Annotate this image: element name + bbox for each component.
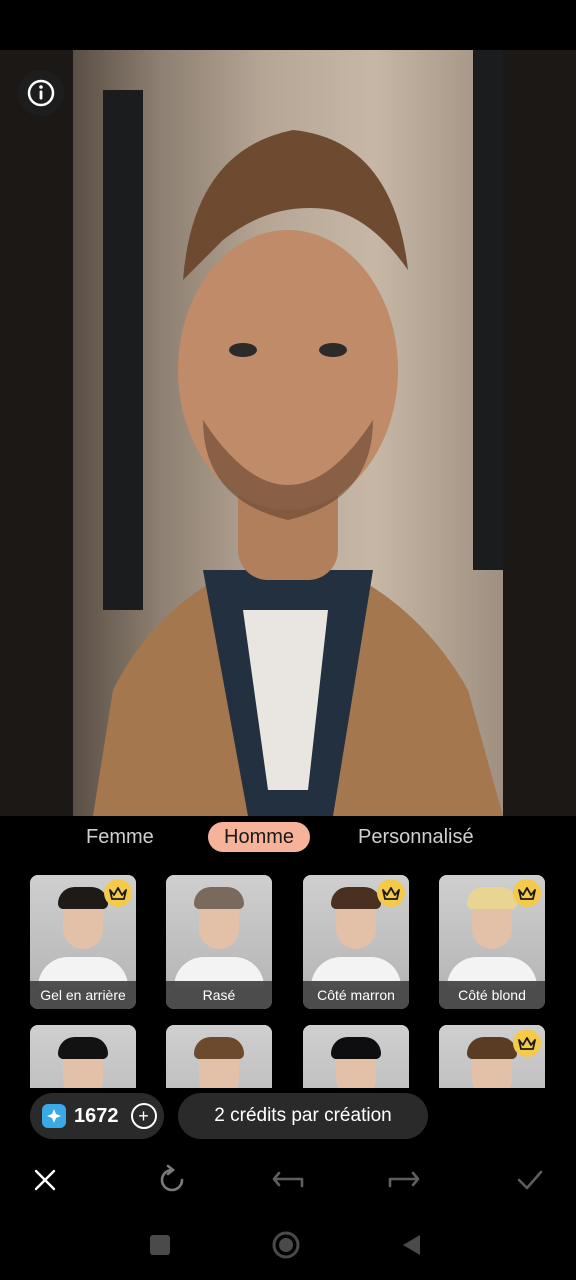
system-nav-bar [0,1210,576,1280]
crown-icon [513,1029,541,1057]
hairstyle-card[interactable]: Gel en arrière [30,875,136,1009]
portrait-photo [73,50,503,816]
credits-tooltip: 2 crédits par création [178,1093,428,1139]
crown-icon [377,879,405,907]
redo-button[interactable] [384,1160,424,1200]
hairstyle-card[interactable] [166,1025,272,1088]
hairstyle-thumbnail [166,1025,272,1088]
gem-icon [42,1104,66,1128]
info-icon [27,79,55,107]
check-icon [517,1170,543,1190]
home-circle-icon [272,1231,300,1259]
back-button[interactable] [394,1228,428,1262]
undo-button[interactable] [268,1160,308,1200]
hairstyle-card[interactable]: Rasé [166,875,272,1009]
close-button[interactable] [25,1160,65,1200]
home-button[interactable] [269,1228,303,1262]
redo-icon [388,1171,420,1188]
hairstyle-card[interactable] [30,1025,136,1088]
credit-count: 1672 [74,1104,119,1127]
hairstyle-label: Gel en arrière [30,981,136,1009]
plus-icon[interactable]: + [130,1103,157,1129]
info-button[interactable] [18,70,64,116]
crown-icon [513,879,541,907]
close-icon [34,1169,56,1191]
hairstyle-label: Rasé [166,981,272,1009]
hairstyle-thumbnail [303,1025,409,1088]
hairstyle-label: Côté marron [303,981,409,1009]
tab-femme[interactable]: Femme [86,822,154,852]
photo-preview [0,50,576,816]
hairstyle-card[interactable]: Côté blond [439,875,545,1009]
hairstyle-card[interactable] [439,1025,545,1088]
hairstyle-label: Côté blond [439,981,545,1009]
tab-personnalise[interactable]: Personnalisé [358,822,474,852]
hairstyle-card[interactable] [303,1025,409,1088]
tab-homme[interactable]: Homme [208,822,311,852]
crown-icon [104,879,132,907]
editor-toolbar [0,1150,576,1210]
hairstyle-grid: Gel en arrière Rasé Côté marron Côté blond [0,860,576,1088]
status-bar [0,0,576,50]
back-triangle-icon [403,1235,420,1255]
credits-balance[interactable]: 1672 + [30,1093,164,1139]
hairstyle-thumbnail [166,875,272,987]
gender-tabs: Femme Homme Personnalisé [0,816,576,860]
confirm-button[interactable] [510,1160,550,1200]
hairstyle-card[interactable]: Côté marron [303,875,409,1009]
reset-icon [160,1164,184,1192]
square-icon [150,1235,170,1255]
undo-icon [272,1171,304,1188]
hairstyle-thumbnail [30,1025,136,1088]
recents-button[interactable] [143,1228,177,1262]
reset-button[interactable] [152,1160,192,1200]
